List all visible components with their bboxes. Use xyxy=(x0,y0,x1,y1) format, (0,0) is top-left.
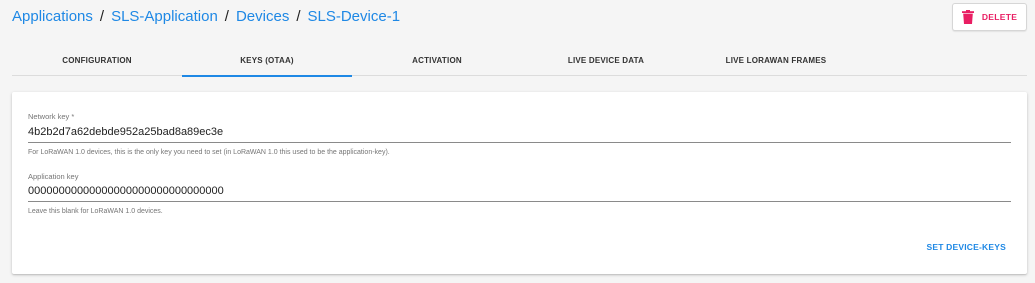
breadcrumb-current-device: SLS-Device-1 xyxy=(307,8,401,25)
set-device-keys-button[interactable]: SET DEVICE-KEYS xyxy=(924,242,1006,256)
tab-keys-otaa[interactable]: KEYS (OTAA) xyxy=(182,50,352,77)
breadcrumb-separator: / xyxy=(99,8,105,25)
breadcrumb-separator: / xyxy=(224,8,229,25)
tab-configuration[interactable]: CONFIGURATION xyxy=(12,50,182,76)
network-key-input[interactable] xyxy=(28,125,1011,143)
device-tabs: CONFIGURATION KEYS (OTAA) ACTIVATION LIV… xyxy=(12,50,1027,77)
network-key-helper: For LoRaWAN 1.0 devices, this is the onl… xyxy=(28,149,390,156)
breadcrumb-application-link[interactable]: SLS-Application xyxy=(111,7,218,27)
page-header: Applications / SLS-Application / Devices… xyxy=(0,0,1035,40)
device-keys-card: Network key * For LoRaWAN 1.0 devices, t… xyxy=(12,92,1027,274)
application-key-helper: Leave this blank for LoRaWAN 1.0 devices… xyxy=(28,208,163,215)
tab-activation[interactable]: ACTIVATION xyxy=(352,50,522,76)
delete-button-label: DELETE xyxy=(981,12,1018,22)
tab-live-device-data[interactable]: LIVE DEVICE DATA xyxy=(521,50,691,76)
breadcrumb-separator: / xyxy=(296,8,301,25)
application-key-label: Application key xyxy=(28,172,79,181)
breadcrumb-devices-link[interactable]: Devices xyxy=(236,7,289,27)
delete-button[interactable]: DELETE xyxy=(952,3,1027,31)
breadcrumb: Applications / SLS-Application / Devices… xyxy=(12,7,400,27)
tab-live-lorawan-frames[interactable]: LIVE LORAWAN FRAMES xyxy=(691,50,861,76)
trash-icon xyxy=(961,10,974,24)
application-key-input[interactable] xyxy=(28,184,1011,202)
breadcrumb-applications-link[interactable]: Applications xyxy=(12,7,93,27)
network-key-label: Network key * xyxy=(28,112,75,121)
